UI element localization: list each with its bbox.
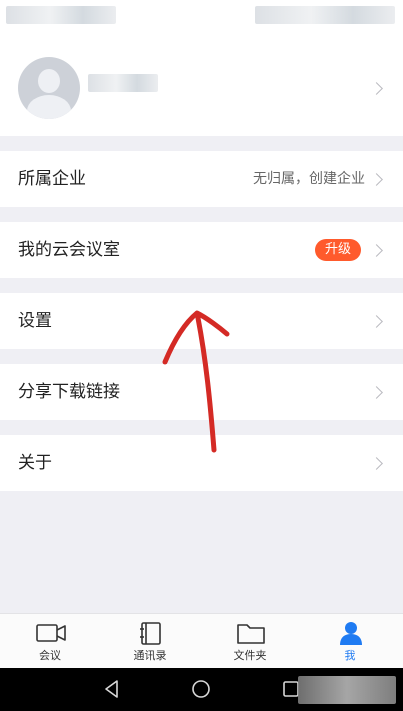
menu-item-label: 分享下载链接 <box>18 382 120 402</box>
menu-item-about[interactable]: 关于 <box>0 435 403 491</box>
system-navigation-bar <box>0 668 403 711</box>
person-icon <box>340 622 362 645</box>
menu-item-settings[interactable]: 设置 <box>0 293 403 349</box>
status-bar <box>0 0 403 30</box>
chevron-right-icon <box>370 173 383 186</box>
menu-item-label: 所属企业 <box>18 169 86 189</box>
menu-item-cloud-meeting-room[interactable]: 我的云会议室 升级 <box>0 222 403 278</box>
chevron-right-icon <box>370 244 383 257</box>
back-icon[interactable] <box>102 679 122 699</box>
tab-label: 会议 <box>39 649 61 662</box>
menu-item-value: 无归属，创建企业 <box>253 171 365 187</box>
tab-label: 文件夹 <box>233 649 267 662</box>
chevron-right-icon <box>370 82 383 95</box>
navbar-overlay-blurred <box>298 676 396 704</box>
menu-item-label: 关于 <box>18 453 52 473</box>
home-icon[interactable] <box>191 679 211 699</box>
tab-folder[interactable]: 文件夹 <box>200 614 300 669</box>
avatar <box>18 57 80 119</box>
tab-label: 通讯录 <box>133 649 167 662</box>
status-bar-left-blurred <box>6 6 116 24</box>
tab-meeting[interactable]: 会议 <box>0 614 100 669</box>
chevron-right-icon <box>370 457 383 470</box>
chevron-right-icon <box>370 386 383 399</box>
menu-item-label: 设置 <box>18 311 52 331</box>
chevron-right-icon <box>370 315 383 328</box>
menu-item-share-download-link[interactable]: 分享下载链接 <box>0 364 403 420</box>
tab-label: 我 <box>344 649 356 662</box>
profile-header[interactable] <box>0 30 403 136</box>
upgrade-badge[interactable]: 升级 <box>314 239 361 261</box>
user-name-blurred <box>88 74 158 92</box>
menu-item-label: 我的云会议室 <box>18 240 120 260</box>
tab-contacts[interactable]: 通讯录 <box>100 614 200 669</box>
folder-icon <box>237 624 265 644</box>
menu-item-company[interactable]: 所属企业 无归属，创建企业 <box>0 151 403 207</box>
bottom-tab-bar: 会议 通讯录 文件夹 我 <box>0 613 403 668</box>
video-camera-icon <box>36 624 66 642</box>
status-bar-right-blurred <box>255 6 395 24</box>
tab-me[interactable]: 我 <box>300 614 400 669</box>
contacts-book-icon <box>140 622 161 645</box>
